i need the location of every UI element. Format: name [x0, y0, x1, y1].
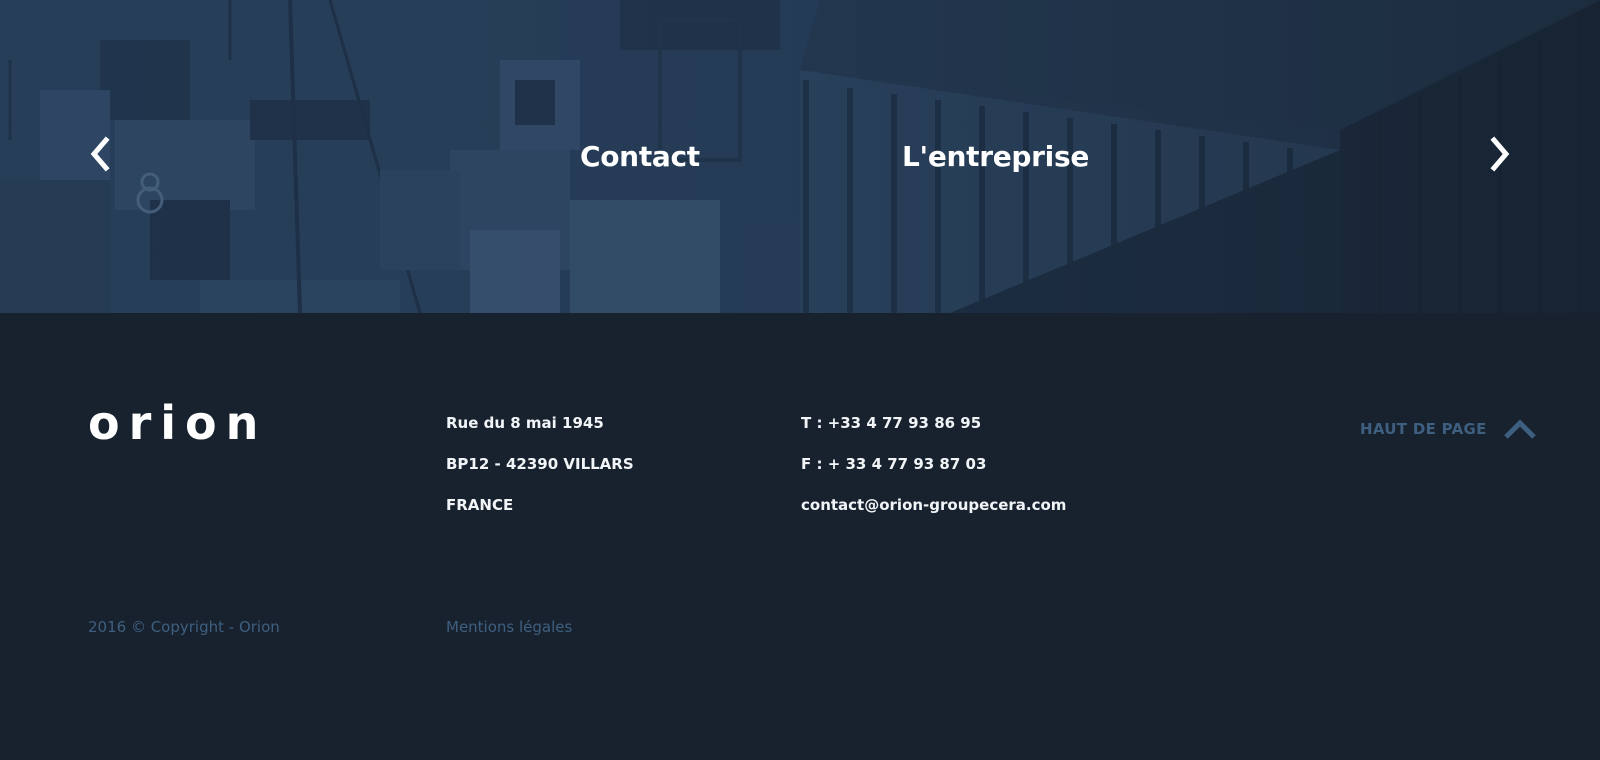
back-to-top-label: HAUT DE PAGE — [1360, 420, 1487, 438]
address-block: Rue du 8 mai 1945 BP12 - 42390 VILLARS F… — [446, 413, 634, 536]
next-slide-button[interactable] — [1486, 136, 1514, 172]
chevron-right-icon — [1490, 136, 1510, 172]
address-country: FRANCE — [446, 496, 514, 514]
email-link[interactable]: contact@orion-groupecera.com — [801, 496, 1066, 514]
back-to-top-button[interactable]: HAUT DE PAGE — [1360, 418, 1537, 440]
copyright-text: 2016 © Copyright - Orion — [88, 618, 280, 636]
fax-number: F : + 33 4 77 93 87 03 — [801, 455, 987, 473]
legal-notice-link[interactable]: Mentions légales — [446, 618, 572, 636]
chevron-left-icon — [90, 136, 110, 172]
phone-number: T : +33 4 77 93 86 95 — [801, 414, 982, 432]
chevron-up-icon — [1503, 419, 1536, 439]
entreprise-link[interactable]: L'entreprise — [902, 140, 1089, 173]
contact-block: T : +33 4 77 93 86 95 F : + 33 4 77 93 8… — [801, 413, 1066, 536]
previous-slide-button[interactable] — [86, 136, 114, 172]
page: Contact L'entreprise orion Rue du 8 mai … — [0, 0, 1600, 760]
orion-logo[interactable]: orion — [88, 400, 267, 446]
address-street: Rue du 8 mai 1945 — [446, 414, 604, 432]
contact-link[interactable]: Contact — [580, 140, 700, 173]
hero-banner: Contact L'entreprise — [0, 0, 1600, 313]
address-postal: BP12 - 42390 VILLARS — [446, 455, 634, 473]
hero-overlay — [0, 0, 1600, 313]
